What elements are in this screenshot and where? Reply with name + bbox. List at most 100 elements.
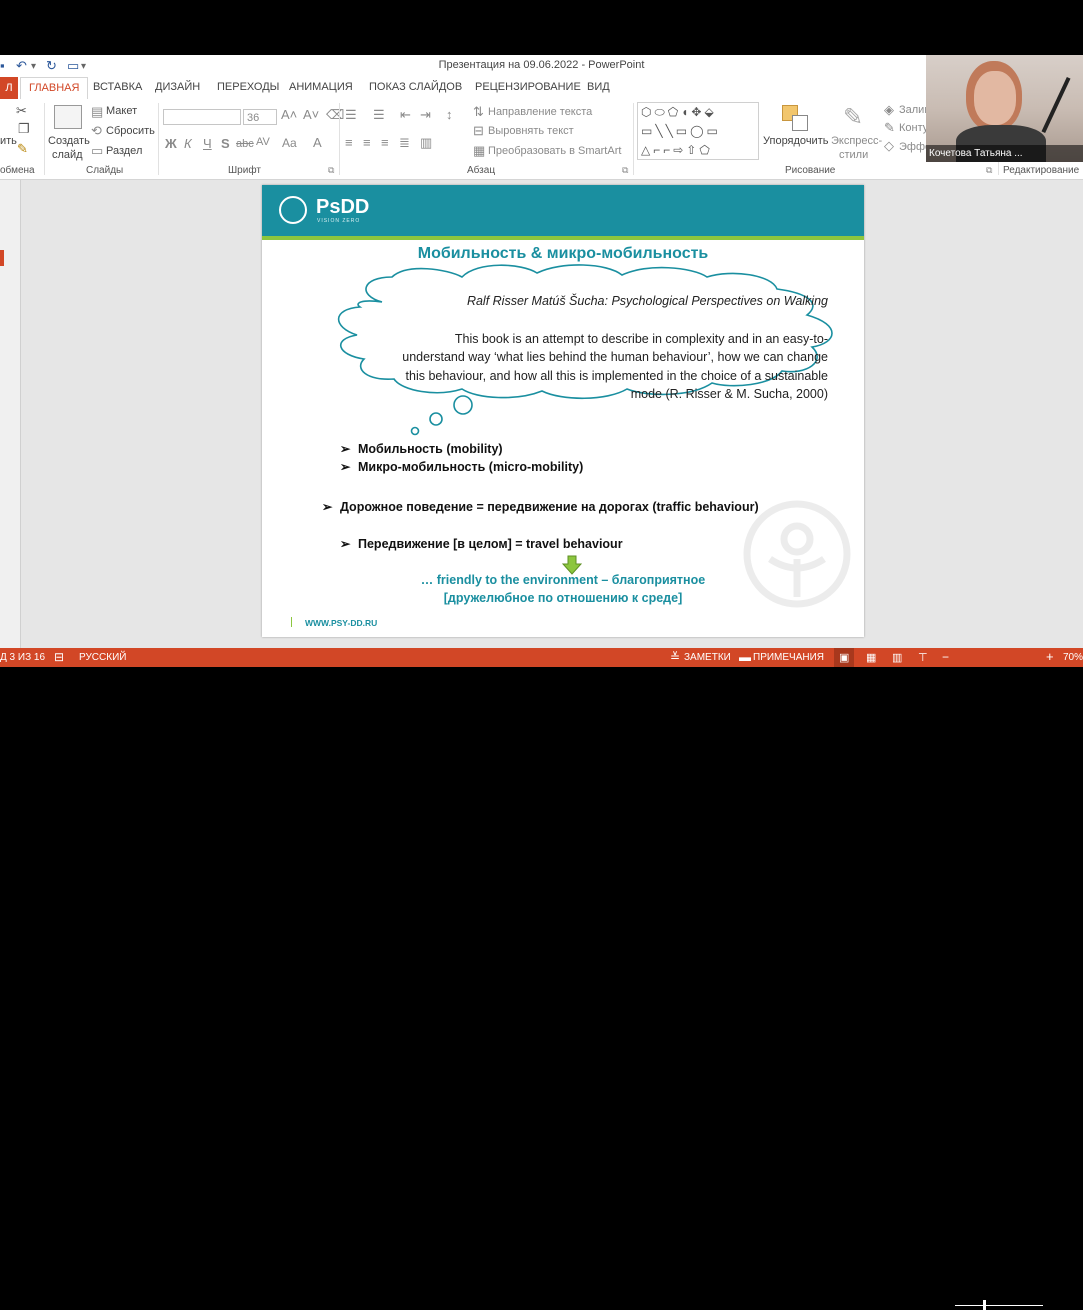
text-direction-icon: ⇅ <box>473 104 484 119</box>
footer-divider <box>291 617 292 627</box>
webcam-video: Кочетова Татьяна ... <box>926 55 1083 162</box>
status-bar: Д 3 ИЗ 16 ⊟ РУССКИЙ ≚ ЗАМЕТКИ ▬ ПРИМЕЧАН… <box>0 648 1083 1310</box>
smartart-icon: ▦ <box>473 143 486 158</box>
comments-button[interactable]: ПРИМЕЧАНИЯ <box>753 652 824 663</box>
quote-line: understand way ‘what lies behind the hum… <box>402 350 828 365</box>
underline-button[interactable]: Ч <box>203 136 212 151</box>
decrease-font-icon[interactable]: A˅ <box>303 107 319 122</box>
normal-view-icon: ▣ <box>839 652 850 664</box>
dialog-launcher-icon[interactable]: ⧉ <box>622 165 628 176</box>
bullet-item: ➢ Дорожное поведение = передвижение на до… <box>322 498 800 516</box>
justify-icon[interactable]: ≣ <box>399 135 410 151</box>
slideshow-icon[interactable]: ⊤ <box>918 651 928 664</box>
tab-view[interactable]: ВИД <box>587 81 610 93</box>
language-indicator[interactable]: РУССКИЙ <box>79 652 126 663</box>
tab-review[interactable]: РЕЦЕНЗИРОВАНИЕ <box>475 81 581 93</box>
format-painter-icon[interactable]: ✎ <box>17 141 28 157</box>
bullet-item: ➢ Мобильность (mobility) <box>340 441 503 456</box>
divider <box>633 103 634 175</box>
change-case-button[interactable]: Aa <box>282 136 297 150</box>
paragraph-group-label: Абзац <box>467 165 496 176</box>
spellcheck-icon[interactable]: ⊟ <box>54 650 64 664</box>
bullets-icon[interactable]: ☰ <box>345 107 357 123</box>
columns-icon[interactable]: ▥ <box>420 135 432 151</box>
slide-thumbnails-pane[interactable] <box>0 180 21 648</box>
layout-button[interactable]: Макет <box>106 105 137 117</box>
participant-name: Кочетова Татьяна ... <box>926 145 1083 162</box>
bullet-text: Дорожное поведение = передвижение на дор… <box>340 500 759 514</box>
char-spacing-button[interactable]: AV <box>256 136 270 148</box>
bullet-text: Передвижение [в целом] = travel behaviou… <box>358 537 623 551</box>
arrange-button[interactable]: Упорядочить <box>763 135 828 147</box>
thought-cloud-shape[interactable] <box>262 185 864 445</box>
decrease-indent-icon[interactable]: ⇤ <box>400 107 411 123</box>
tab-file[interactable]: Л <box>0 77 18 99</box>
section-button[interactable]: Раздел <box>106 145 142 157</box>
convert-smartart-button[interactable]: Преобразовать в SmartArt <box>488 145 621 157</box>
slide-canvas[interactable]: PsDD VISION ZERO Мобильность & микро-моб… <box>262 185 864 637</box>
increase-font-icon[interactable]: A˄ <box>281 107 297 122</box>
reset-icon: ⟲ <box>91 123 102 138</box>
outline-icon: ✎ <box>884 120 895 135</box>
align-left-icon[interactable]: ≡ <box>345 135 353 150</box>
arrow-bullet-icon: ➢ <box>340 442 351 456</box>
line-spacing-icon[interactable]: ↕ <box>446 107 453 122</box>
paste-button[interactable]: ить <box>0 135 17 147</box>
tab-slideshow[interactable]: ПОКАЗ СЛАЙДОВ <box>369 81 462 93</box>
text-direction-button[interactable]: Направление текста <box>488 106 592 118</box>
font-size-field[interactable]: 36 <box>243 109 277 125</box>
tab-home[interactable]: ГЛАВНАЯ <box>20 77 89 100</box>
new-slide-icon[interactable] <box>54 105 82 129</box>
italic-button[interactable]: К <box>184 136 192 151</box>
copy-icon[interactable]: ❐ <box>18 121 30 137</box>
new-slide-dropdown[interactable]: слайд <box>52 149 83 161</box>
new-slide-button[interactable]: Создать <box>48 135 90 147</box>
headphone-cable <box>1041 76 1071 134</box>
shadow-button[interactable]: S <box>221 136 230 151</box>
slide-sorter-icon[interactable]: ▦ <box>866 651 876 664</box>
font-family-field[interactable] <box>163 109 241 125</box>
quick-styles-button[interactable]: Экспресс- <box>831 135 882 147</box>
divider <box>339 103 340 175</box>
quote-line: mode (R. Risser & M. Sucha, 2000) <box>630 386 828 401</box>
font-group-label: Шрифт <box>228 165 261 176</box>
tab-transitions[interactable]: ПЕРЕХОДЫ <box>217 81 279 93</box>
slide-counter: Д 3 ИЗ 16 <box>0 652 46 663</box>
divider <box>44 103 45 175</box>
align-text-button[interactable]: Выровнять текст <box>488 125 574 137</box>
tab-animation[interactable]: АНИМАЦИЯ <box>289 81 353 93</box>
increase-indent-icon[interactable]: ⇥ <box>420 107 431 123</box>
bullet-text: Микро-мобильность (micro-mobility) <box>358 460 584 474</box>
bold-button[interactable]: Ж <box>165 136 177 151</box>
title-bar: ▪ ↶ ▾ ↻ ▭ ▾ Презентация на 09.06.2022 - … <box>0 55 1083 77</box>
section-icon: ▭ <box>91 143 104 158</box>
clear-format-icon[interactable]: ⌫ <box>326 107 344 123</box>
reading-view-icon[interactable]: ▥ <box>892 651 902 664</box>
arrow-bullet-icon: ➢ <box>340 460 351 474</box>
notes-button[interactable]: ЗАМЕТКИ <box>684 652 731 663</box>
zoom-in-icon[interactable]: + <box>1046 649 1054 664</box>
tab-design[interactable]: ДИЗАЙН <box>155 81 200 93</box>
font-color-icon[interactable]: A <box>313 135 322 150</box>
drawing-group-label: Рисование <box>785 165 836 176</box>
strikethrough-button[interactable]: abc <box>236 138 254 150</box>
reset-button[interactable]: Сбросить <box>106 125 155 137</box>
zoom-out-icon[interactable]: − <box>942 650 949 664</box>
window-title: Презентация на 09.06.2022 - PowerPoint <box>438 59 645 71</box>
shapes-gallery[interactable]: ⬡⬭⬠◖✥⬙ ▭╲╲▭◯▭ △⌐⌐⇨⇧⬠ <box>637 102 759 160</box>
watermark-logo-icon <box>743 500 851 608</box>
zoom-slider-thumb[interactable] <box>983 1300 986 1310</box>
ribbon: ✂ ❐ ✎ ить обмена Создать слайд ▤ Макет ⟲… <box>0 99 1083 180</box>
shape-outline-button[interactable]: Конту <box>899 122 928 134</box>
zoom-level[interactable]: 70% <box>1063 652 1083 663</box>
cut-icon[interactable]: ✂ <box>16 103 27 119</box>
numbering-icon[interactable]: ☰ <box>373 107 385 123</box>
slides-group-label: Слайды <box>86 165 124 176</box>
zoom-slider-track[interactable] <box>955 1305 1043 1306</box>
quick-styles-dropdown[interactable]: стили <box>839 149 868 161</box>
align-center-icon[interactable]: ≡ <box>363 135 371 150</box>
align-right-icon[interactable]: ≡ <box>381 135 389 150</box>
tab-insert[interactable]: ВСТАВКА <box>93 81 142 93</box>
dialog-launcher-icon[interactable]: ⧉ <box>986 165 992 176</box>
dialog-launcher-icon[interactable]: ⧉ <box>328 165 334 176</box>
